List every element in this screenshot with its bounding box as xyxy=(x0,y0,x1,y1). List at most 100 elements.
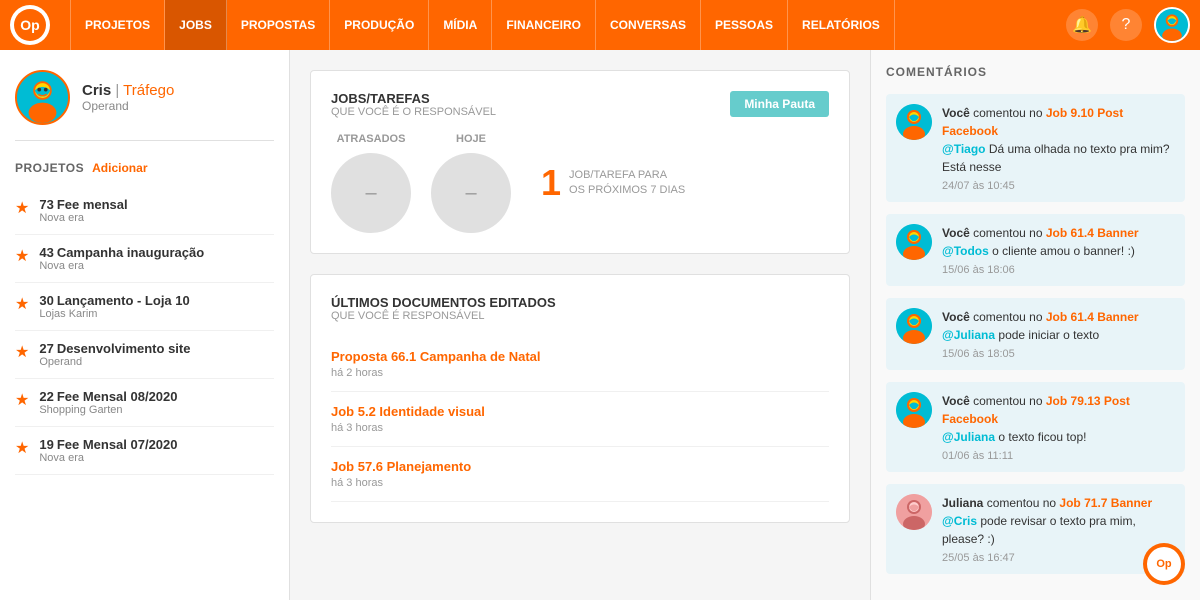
comment-date: 25/05 às 16:47 xyxy=(942,552,1175,564)
comment-text: Você comentou no Job 61.4 Banner @Julian… xyxy=(942,308,1139,344)
user-company: Operand xyxy=(82,99,174,113)
jobs-card: JOBS/TAREFAS QUE VOCÊ É O RESPONSÁVEL Mi… xyxy=(310,70,850,254)
user-avatar-nav[interactable] xyxy=(1154,7,1190,43)
today-stat: HOJE – xyxy=(431,133,511,233)
projects-section-header: PROJETOS Adicionar xyxy=(15,161,274,175)
comment-job-link[interactable]: Job 61.4 Banner xyxy=(1046,310,1139,324)
doc-time: há 2 horas xyxy=(331,367,829,379)
user-name: Cris | Tráfego xyxy=(82,82,174,99)
comment-avatar xyxy=(896,104,932,140)
minha-pauta-button[interactable]: Minha Pauta xyxy=(730,91,829,117)
star-icon: ★ xyxy=(15,294,29,314)
bottom-logo: Op xyxy=(1143,543,1185,585)
nav-item-projetos[interactable]: PROJETOS xyxy=(70,0,165,50)
comment-item: Você comentou no Job 61.4 Banner @Julian… xyxy=(886,298,1185,370)
today-circle: – xyxy=(431,153,511,233)
star-icon: ★ xyxy=(15,198,29,218)
comment-text: Juliana comentou no Job 71.7 Banner @Cri… xyxy=(942,494,1175,548)
docs-card: ÚLTIMOS DOCUMENTOS EDITADOS QUE VOCÊ É R… xyxy=(310,274,850,523)
user-section: Cris | Tráfego Operand xyxy=(15,70,274,141)
comment-body: Você comentou no Job 61.4 Banner @Julian… xyxy=(942,308,1139,360)
week-count: 1 xyxy=(541,162,561,204)
user-info: Cris | Tráfego Operand xyxy=(82,82,174,113)
stats-row: ATRASADOS – HOJE – 1 JOB/TAREFA PARA OS … xyxy=(331,133,829,233)
project-item[interactable]: ★ 43Campanha inauguração Nova era xyxy=(15,235,274,283)
doc-link[interactable]: Proposta 66.1 Campanha de Natal xyxy=(331,349,829,364)
today-label: HOJE xyxy=(431,133,511,145)
comment-date: 24/07 às 10:45 xyxy=(942,180,1175,192)
comment-body: Juliana comentou no Job 71.7 Banner @Cri… xyxy=(942,494,1175,564)
docs-card-title: ÚLTIMOS DOCUMENTOS EDITADOS xyxy=(331,295,556,310)
week-count-block: 1 JOB/TAREFA PARA OS PRÓXIMOS 7 DIAS xyxy=(541,162,685,204)
comment-job-link[interactable]: Job 61.4 Banner xyxy=(1046,226,1139,240)
comment-avatar xyxy=(896,494,932,530)
nav-items: PROJETOSJOBSPROPOSTASPRODUÇÃOMÍDIAFINANC… xyxy=(70,0,1066,50)
left-sidebar: Cris | Tráfego Operand PROJETOS Adiciona… xyxy=(0,50,290,600)
comment-text: Você comentou no Job 61.4 Banner @Todos … xyxy=(942,224,1139,260)
comment-item: Você comentou no Job 79.13 Post Facebook… xyxy=(886,382,1185,472)
jobs-card-title: JOBS/TAREFAS xyxy=(331,91,496,106)
comment-date: 15/06 às 18:05 xyxy=(942,348,1139,360)
user-avatar xyxy=(15,70,70,125)
comment-job-link[interactable]: Job 71.7 Banner xyxy=(1059,496,1152,510)
doc-link[interactable]: Job 5.2 Identidade visual xyxy=(331,404,829,419)
doc-item: Job 5.2 Identidade visual há 3 horas xyxy=(331,392,829,447)
doc-link[interactable]: Job 57.6 Planejamento xyxy=(331,459,829,474)
nav-right: 🔔 ? xyxy=(1066,7,1190,43)
comment-job-link[interactable]: Job 79.13 Post Facebook xyxy=(942,394,1130,426)
comment-item: Você comentou no Job 61.4 Banner @Todos … xyxy=(886,214,1185,286)
add-project-link[interactable]: Adicionar xyxy=(92,161,147,175)
comments-list: Você comentou no Job 9.10 Post Facebook … xyxy=(886,94,1185,574)
comment-item: Você comentou no Job 9.10 Post Facebook … xyxy=(886,94,1185,202)
logo-inner: Op xyxy=(14,9,46,41)
doc-item: Job 57.6 Planejamento há 3 horas xyxy=(331,447,829,502)
star-icon: ★ xyxy=(15,390,29,410)
nav-item-propostas[interactable]: PROPOSTAS xyxy=(227,0,330,50)
doc-item: Proposta 66.1 Campanha de Natal há 2 hor… xyxy=(331,337,829,392)
nav-item-financeiro[interactable]: FINANCEIRO xyxy=(492,0,596,50)
nav-item-mídia[interactable]: MÍDIA xyxy=(429,0,492,50)
comment-body: Você comentou no Job 61.4 Banner @Todos … xyxy=(942,224,1139,276)
comment-job-link[interactable]: Job 9.10 Post Facebook xyxy=(942,106,1123,138)
comment-avatar xyxy=(896,224,932,260)
project-item[interactable]: ★ 30Lançamento - Loja 10 Lojas Karim xyxy=(15,283,274,331)
top-nav: Op PROJETOSJOBSPROPOSTASPRODUÇÃOMÍDIAFIN… xyxy=(0,0,1200,50)
doc-time: há 3 horas xyxy=(331,422,829,434)
project-item[interactable]: ★ 22Fee Mensal 08/2020 Shopping Garten xyxy=(15,379,274,427)
nav-item-pessoas[interactable]: PESSOAS xyxy=(701,0,788,50)
logo[interactable]: Op xyxy=(10,5,50,45)
project-item[interactable]: ★ 27Desenvolvimento site Operand xyxy=(15,331,274,379)
late-stat: ATRASADOS – xyxy=(331,133,411,233)
nav-item-jobs[interactable]: JOBS xyxy=(165,0,227,50)
nav-item-produção[interactable]: PRODUÇÃO xyxy=(330,0,429,50)
star-icon: ★ xyxy=(15,342,29,362)
comment-body: Você comentou no Job 79.13 Post Facebook… xyxy=(942,392,1175,462)
projects-list: ★ 73Fee mensal Nova era ★ 43Campanha ina… xyxy=(15,187,274,475)
comment-text: Você comentou no Job 9.10 Post Facebook … xyxy=(942,104,1175,176)
notification-button[interactable]: 🔔 xyxy=(1066,9,1098,41)
project-item[interactable]: ★ 19Fee Mensal 07/2020 Nova era xyxy=(15,427,274,475)
comments-panel: COMENTÁRIOS Você comentou no Job 9.10 Po… xyxy=(870,50,1200,600)
comment-avatar xyxy=(896,308,932,344)
comment-avatar xyxy=(896,392,932,428)
comment-text: Você comentou no Job 79.13 Post Facebook… xyxy=(942,392,1175,446)
docs-card-header: ÚLTIMOS DOCUMENTOS EDITADOS QUE VOCÊ É R… xyxy=(331,295,829,322)
late-circle: – xyxy=(331,153,411,233)
help-button[interactable]: ? xyxy=(1110,9,1142,41)
nav-item-conversas[interactable]: CONVERSAS xyxy=(596,0,701,50)
comment-date: 15/06 às 18:06 xyxy=(942,264,1139,276)
project-item[interactable]: ★ 73Fee mensal Nova era xyxy=(15,187,274,235)
jobs-card-header: JOBS/TAREFAS QUE VOCÊ É O RESPONSÁVEL Mi… xyxy=(331,91,829,118)
star-icon: ★ xyxy=(15,246,29,266)
docs-list: Proposta 66.1 Campanha de Natal há 2 hor… xyxy=(331,337,829,502)
bottom-logo-inner: Op xyxy=(1147,547,1181,581)
comment-date: 01/06 às 11:11 xyxy=(942,450,1175,462)
star-icon: ★ xyxy=(15,438,29,458)
week-count-desc: JOB/TAREFA PARA OS PRÓXIMOS 7 DIAS xyxy=(569,168,685,199)
projects-title: PROJETOS xyxy=(15,161,84,175)
late-label: ATRASADOS xyxy=(331,133,411,145)
nav-item-relatórios[interactable]: RELATÓRIOS xyxy=(788,0,895,50)
doc-time: há 3 horas xyxy=(331,477,829,489)
comment-item: Juliana comentou no Job 71.7 Banner @Cri… xyxy=(886,484,1185,574)
center-content: JOBS/TAREFAS QUE VOCÊ É O RESPONSÁVEL Mi… xyxy=(290,50,870,600)
